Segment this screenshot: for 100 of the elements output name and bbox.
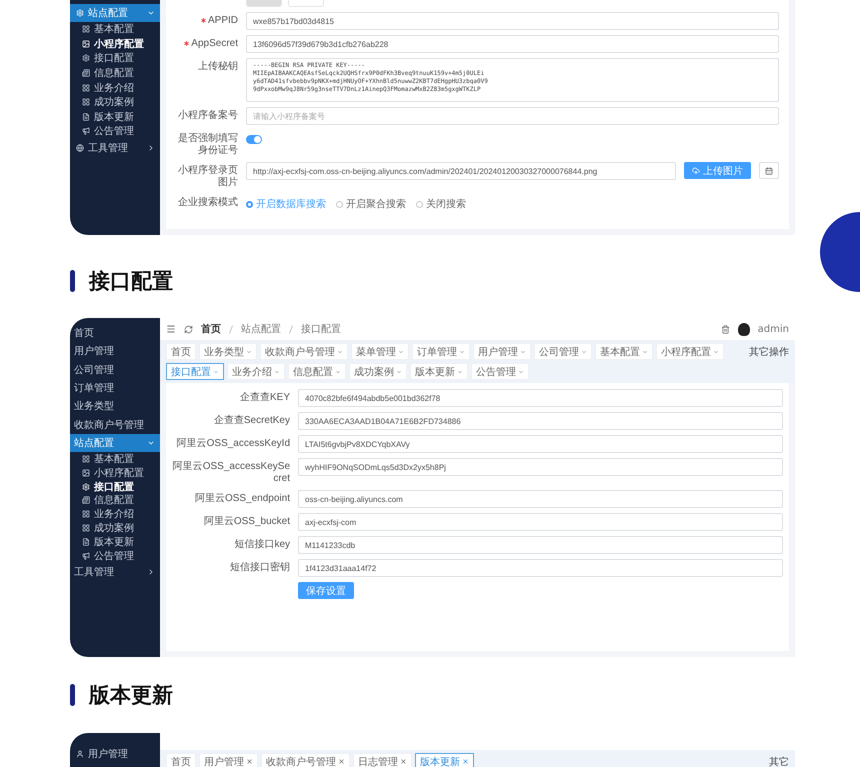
submenu-item[interactable]: 成功案例 [70,94,160,110]
input-field[interactable]: 1f4123d31aaa14f72 [298,559,783,577]
preview-button[interactable] [759,162,779,179]
radio-option[interactable]: 开启聚合搜索 [336,197,406,211]
submenu-item[interactable]: 接口配置 [70,51,160,66]
tab[interactable]: 版本更新 [415,753,474,767]
submenu-item[interactable]: 信息配置 [70,66,160,80]
trash-icon[interactable] [720,324,730,334]
input-field[interactable]: axj-ecxfsj-com [298,513,783,531]
sidebar-item[interactable]: 用户管理 [70,342,160,361]
menu-icon[interactable] [166,324,176,334]
breadcrumb-item[interactable]: 站点配置 [241,322,281,336]
more-actions[interactable]: 其它 [769,753,789,767]
tab[interactable]: 信息配置 [288,363,346,380]
sidebar-item[interactable]: 站点配置 [70,4,160,22]
input-field[interactable]: 330AA6ECA3AAD1B04A71E6B2FD734886 [298,412,783,430]
tab[interactable]: 业务类型 [199,343,257,360]
sidebar-item[interactable]: 工具管理 [70,138,160,157]
tab[interactable]: 公告管理 [471,363,529,380]
input-field[interactable]: wxe857b17bd03d4815 [246,12,779,30]
tab[interactable]: 成功案例 [349,363,407,380]
submenu-item[interactable]: 公告管理 [70,548,160,562]
tab[interactable]: 业务介绍 [227,363,285,380]
tab[interactable]: 订单管理 [412,343,470,360]
submenu-item[interactable]: 信息配置 [70,493,160,508]
menu-item-icon [82,538,90,546]
tab[interactable]: 收款商户号管理 [261,753,350,767]
input-field[interactable]: M1141233cdb [298,536,783,554]
radio-option[interactable]: 关闭搜索 [416,197,466,211]
caret-icon [147,568,155,576]
submenu-item[interactable]: 业务介绍 [70,80,160,95]
sidebar-item[interactable]: 首页 [70,324,160,342]
field-label: AppSecret [176,35,238,50]
submenu-item[interactable]: 版本更新 [70,534,160,549]
tab[interactable]: 基本配置 [595,343,653,360]
tab[interactable]: 日志管理 [353,753,412,767]
menu-item-icon [82,482,90,491]
sidebar-item[interactable]: 收款商户号管理 [70,415,160,434]
menu-item-icon [82,98,90,106]
submenu-item[interactable]: 版本更新 [70,110,160,124]
sidebar-item[interactable]: 工具管理 [70,562,160,581]
caret-icon [713,348,719,354]
user-menu[interactable]: admin [758,324,789,334]
tab[interactable]: 用户管理 [473,343,531,360]
submenu-item[interactable]: 小程序配置 [70,466,160,480]
menu-item-icon [76,144,84,152]
submenu-item[interactable]: 基本配置 [70,22,160,37]
submenu-item[interactable]: 业务介绍 [70,507,160,522]
sidebar-item[interactable]: 订单管理 [70,378,160,398]
caret-icon [581,348,587,354]
input-field[interactable]: 13f6096d57f39d679b3d1cfb276ab228 [246,35,779,53]
breadcrumb-item[interactable]: 首页 [201,322,221,336]
field-label: 短信接口密钥 [229,560,290,574]
sidebar-item[interactable]: 公司管理 [70,360,160,379]
refresh-icon[interactable] [184,324,193,334]
caret-icon [457,368,463,374]
sidebar-item[interactable]: 业务类型 [70,397,160,416]
field-label: 阿里云OSS_bucket [202,515,290,528]
tab[interactable]: 首页 [166,753,196,767]
menu-item-icon [82,84,90,92]
submenu-item[interactable]: 小程序配置 [70,36,160,52]
tab[interactable]: 接口配置 [166,363,224,380]
submenu-item[interactable]: 基本配置 [70,452,160,466]
heading-bar [70,270,75,292]
tab[interactable]: 菜单管理 [351,343,409,360]
input-field[interactable]: wyhHIF9ONqSODmLqs5d3Dx2yx5h8Pj [298,458,783,476]
input-field[interactable]: 4070c82bfe6f494abdb5e001bd362f78 [298,389,783,407]
field-label: 小程序登录页图片 [177,164,238,189]
sidebar-item[interactable]: 站点配置 [70,434,160,452]
close-icon[interactable] [462,758,469,765]
close-icon[interactable] [246,758,253,765]
submenu-item[interactable]: 接口配置 [70,480,160,494]
toggle-switch[interactable] [246,135,262,144]
tab[interactable]: 公司管理 [534,343,592,360]
caret-icon [398,348,404,354]
input-field[interactable]: LTAI5t6gvbjPv8XDCYqbXAVy [298,435,783,453]
menu-item-icon [76,9,84,17]
tab[interactable]: 收款商户号管理 [260,343,348,360]
tab[interactable]: 用户管理 [199,753,258,767]
tab[interactable]: 版本更新 [410,363,468,380]
input-field[interactable]: http://axj-ecxfsj-com.oss-cn-beijing.aliyuncs.com/admin/202401/20240120030327000076844.png [246,162,676,180]
submenu-item[interactable]: 成功案例 [70,521,160,535]
close-icon[interactable] [338,758,345,765]
field-label: 上传秘钥 [197,60,238,73]
submenu-item[interactable]: 公告管理 [70,124,160,139]
caret-icon [337,348,343,354]
field-label: 阿里云OSS_accessKeyId [176,437,290,450]
input-field[interactable]: oss-cn-beijing.aliyuncs.com [298,490,783,508]
sidebar-item[interactable]: 用户管理 [70,745,160,763]
more-actions[interactable]: 其它操作 [749,343,789,359]
caret-icon [213,368,219,374]
breadcrumb-item[interactable]: 接口配置 [301,322,341,336]
caret-icon [147,9,155,17]
tab[interactable]: 小程序配置 [656,343,724,360]
field-label: 阿里云OSS_endpoint [194,492,290,505]
tab[interactable]: 首页 [166,343,196,360]
section-heading: 接口配置 [89,268,173,294]
field-label: 企查查KEY [238,390,290,404]
avatar[interactable] [738,322,750,336]
close-icon[interactable] [400,758,407,765]
